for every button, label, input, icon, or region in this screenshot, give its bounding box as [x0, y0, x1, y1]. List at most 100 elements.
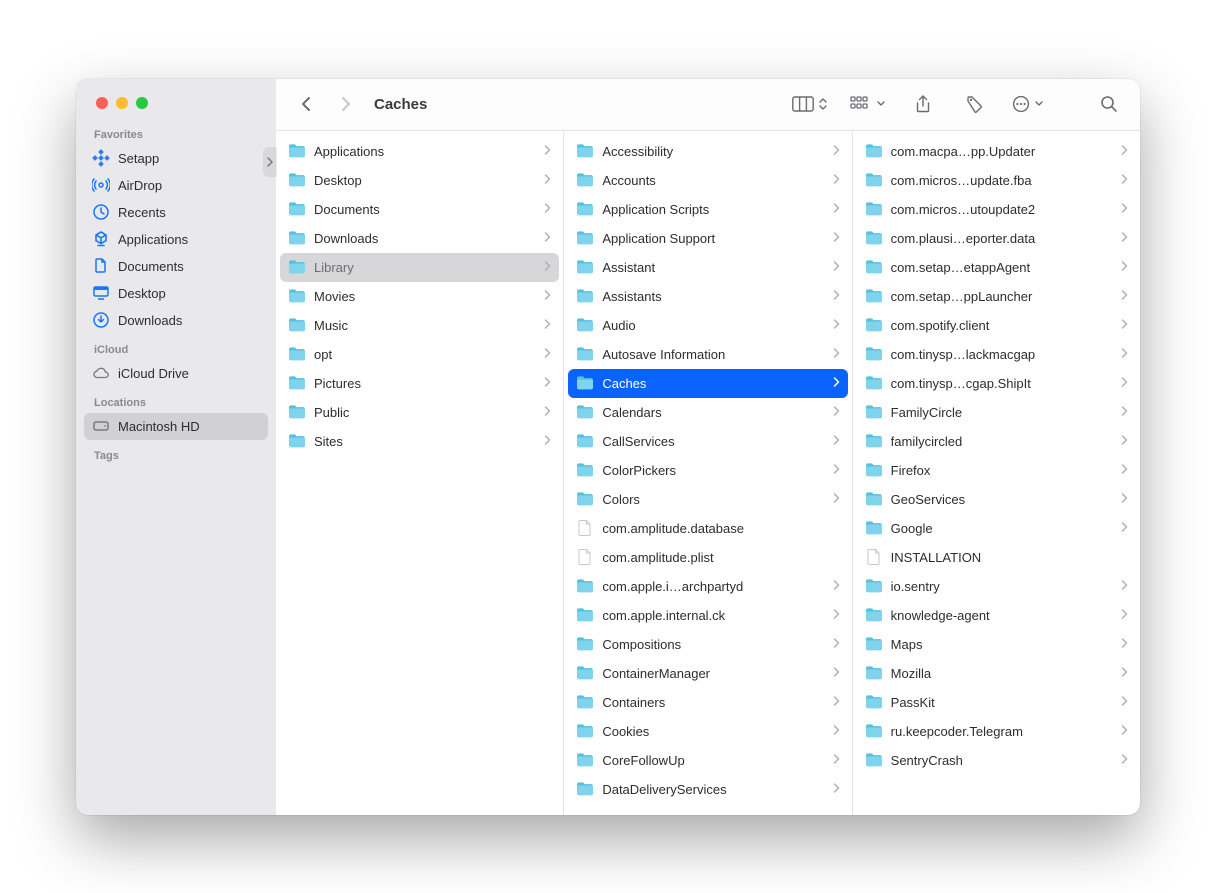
search-button[interactable] — [1094, 89, 1124, 119]
list-row[interactable]: com.plausi…eporter.data — [857, 224, 1136, 253]
back-button[interactable] — [292, 89, 322, 119]
column-0[interactable]: ApplicationsDesktopDocumentsDownloadsLib… — [276, 131, 564, 815]
list-row[interactable]: com.micros…update.fba — [857, 166, 1136, 195]
sidebar-item-setapp[interactable]: Setapp — [84, 145, 268, 172]
list-row[interactable]: Colors — [568, 485, 847, 514]
forward-button[interactable] — [330, 89, 360, 119]
chevron-right-icon — [544, 232, 551, 245]
chevron-right-icon — [544, 174, 551, 187]
chevron-right-icon — [1121, 406, 1128, 419]
list-row[interactable]: Calendars — [568, 398, 847, 427]
sidebar-item-documents[interactable]: Documents — [84, 253, 268, 280]
list-row[interactable]: Assistants — [568, 282, 847, 311]
folder-icon — [576, 287, 594, 305]
minimize-window-button[interactable] — [116, 97, 128, 109]
sidebar-item-macintosh-hd[interactable]: Macintosh HD — [84, 413, 268, 440]
sidebar-expand-icon[interactable] — [263, 147, 277, 177]
list-row[interactable]: Desktop — [280, 166, 559, 195]
list-row[interactable]: com.apple.i…archpartyd — [568, 572, 847, 601]
list-row[interactable]: DataDeliveryServices — [568, 775, 847, 804]
list-row[interactable]: SentryCrash — [857, 746, 1136, 775]
list-row[interactable]: ru.keepcoder.Telegram — [857, 717, 1136, 746]
list-row[interactable]: Maps — [857, 630, 1136, 659]
view-mode-button[interactable] — [792, 89, 828, 119]
chevron-right-icon — [1121, 232, 1128, 245]
list-row[interactable]: com.amplitude.plist — [568, 543, 847, 572]
list-row[interactable]: com.tinysp…lackmacgap — [857, 340, 1136, 369]
list-row[interactable]: com.setap…etappAgent — [857, 253, 1136, 282]
sidebar-item-downloads[interactable]: Downloads — [84, 307, 268, 334]
sidebar-item-recents[interactable]: Recents — [84, 199, 268, 226]
folder-icon — [865, 606, 883, 624]
list-row[interactable]: knowledge-agent — [857, 601, 1136, 630]
list-row[interactable]: Documents — [280, 195, 559, 224]
chevron-right-icon — [1121, 667, 1128, 680]
list-row[interactable]: Library — [280, 253, 559, 282]
list-row[interactable]: com.amplitude.database — [568, 514, 847, 543]
list-row[interactable]: Application Support — [568, 224, 847, 253]
tags-button[interactable] — [960, 89, 990, 119]
list-row[interactable]: FamilyCircle — [857, 398, 1136, 427]
folder-icon — [865, 316, 883, 334]
list-row[interactable]: PassKit — [857, 688, 1136, 717]
list-row[interactable]: Downloads — [280, 224, 559, 253]
group-button[interactable] — [850, 89, 886, 119]
list-row[interactable]: INSTALLATION — [857, 543, 1136, 572]
list-row[interactable]: ContainerManager — [568, 659, 847, 688]
action-button[interactable] — [1012, 89, 1044, 119]
close-window-button[interactable] — [96, 97, 108, 109]
list-row[interactable]: Autosave Information — [568, 340, 847, 369]
list-row[interactable]: familycircled — [857, 427, 1136, 456]
list-row[interactable]: Containers — [568, 688, 847, 717]
sidebar-section-title: Locations — [84, 387, 268, 413]
list-row[interactable]: Firefox — [857, 456, 1136, 485]
sidebar-item-applications[interactable]: Applications — [84, 226, 268, 253]
chevron-right-icon — [833, 348, 840, 361]
sidebar-item-airdrop[interactable]: AirDrop — [84, 172, 268, 199]
list-row[interactable]: Public — [280, 398, 559, 427]
share-button[interactable] — [908, 89, 938, 119]
list-row[interactable]: com.setap…ppLauncher — [857, 282, 1136, 311]
folder-icon — [865, 490, 883, 508]
list-row[interactable]: Compositions — [568, 630, 847, 659]
list-row[interactable]: com.macpa…pp.Updater — [857, 137, 1136, 166]
list-row[interactable]: Music — [280, 311, 559, 340]
list-row[interactable]: CallServices — [568, 427, 847, 456]
list-row[interactable]: Audio — [568, 311, 847, 340]
folder-icon — [865, 142, 883, 160]
list-row-label: Sites — [314, 434, 536, 449]
sidebar: FavoritesSetappAirDropRecentsApplication… — [76, 79, 276, 815]
folder-icon — [865, 229, 883, 247]
list-row[interactable]: Caches — [568, 369, 847, 398]
list-row[interactable]: ColorPickers — [568, 456, 847, 485]
list-row[interactable]: GeoServices — [857, 485, 1136, 514]
list-row[interactable]: opt — [280, 340, 559, 369]
sidebar-item-icloud-drive[interactable]: iCloud Drive — [84, 360, 268, 387]
column-2[interactable]: com.macpa…pp.Updatercom.micros…update.fb… — [853, 131, 1140, 815]
list-row[interactable]: com.apple.internal.ck — [568, 601, 847, 630]
list-row[interactable]: com.spotify.client — [857, 311, 1136, 340]
list-row[interactable]: Cookies — [568, 717, 847, 746]
list-row[interactable]: Mozilla — [857, 659, 1136, 688]
list-row[interactable]: Accessibility — [568, 137, 847, 166]
column-1[interactable]: AccessibilityAccountsApplication Scripts… — [564, 131, 852, 815]
list-row[interactable]: Sites — [280, 427, 559, 456]
list-row[interactable]: CoreFollowUp — [568, 746, 847, 775]
list-row[interactable]: Applications — [280, 137, 559, 166]
chevron-right-icon — [833, 754, 840, 767]
list-row[interactable]: Google — [857, 514, 1136, 543]
list-row[interactable]: com.tinysp…cgap.ShipIt — [857, 369, 1136, 398]
list-row[interactable]: com.micros…utoupdate2 — [857, 195, 1136, 224]
list-row[interactable]: Application Scripts — [568, 195, 847, 224]
list-row[interactable]: Movies — [280, 282, 559, 311]
airdrop-icon — [92, 176, 110, 194]
list-row[interactable]: Assistant — [568, 253, 847, 282]
zoom-window-button[interactable] — [136, 97, 148, 109]
list-row[interactable]: io.sentry — [857, 572, 1136, 601]
list-row[interactable]: Accounts — [568, 166, 847, 195]
folder-icon — [576, 229, 594, 247]
list-row[interactable]: Pictures — [280, 369, 559, 398]
folder-icon — [576, 751, 594, 769]
sidebar-item-desktop[interactable]: Desktop — [84, 280, 268, 307]
folder-icon — [288, 287, 306, 305]
